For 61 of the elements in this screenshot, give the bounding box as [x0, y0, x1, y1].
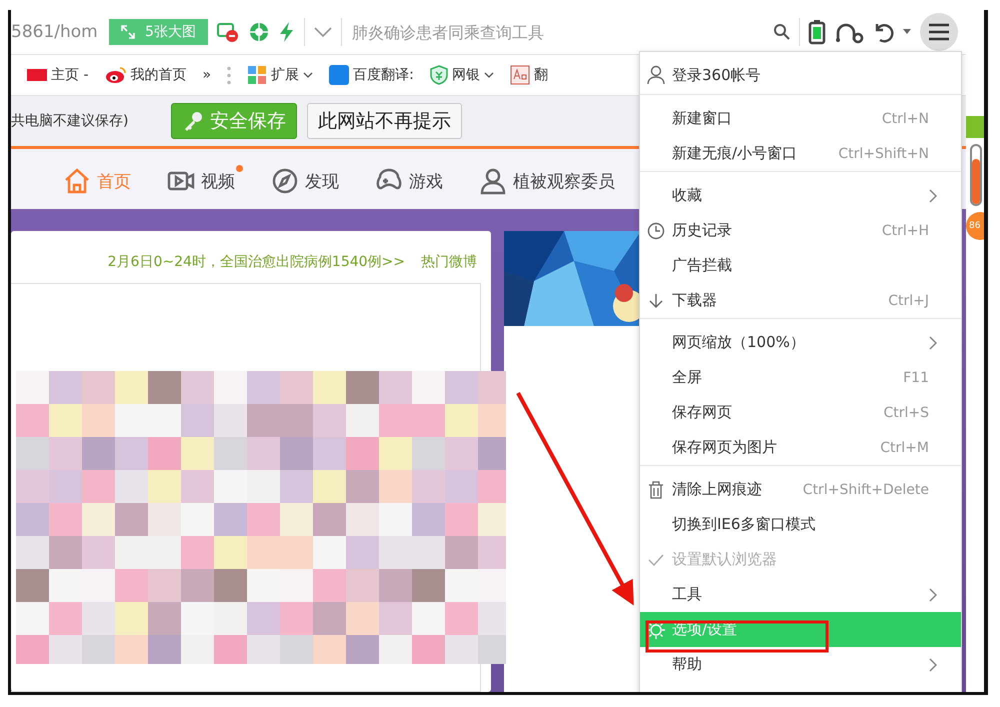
dismiss-button[interactable]: 此网站不再提示	[307, 103, 462, 139]
nav-tab[interactable]: 游戏	[375, 163, 451, 195]
user-icon	[646, 65, 666, 85]
compass-icon	[271, 167, 299, 195]
expand-icon	[121, 25, 135, 39]
chevron-down-icon[interactable]	[312, 26, 333, 38]
memory-gauge[interactable]	[970, 144, 982, 206]
menu-item[interactable]: 新建窗口 Ctrl+N	[640, 101, 961, 136]
home-icon	[63, 167, 91, 195]
chevron-right-icon	[929, 588, 937, 602]
bookmark-item[interactable]: 网银	[430, 65, 494, 85]
menu-item[interactable]: 网页缩放（100%）	[640, 325, 961, 360]
shutter-icon[interactable]	[248, 21, 270, 43]
menu-item[interactable]: 帮助	[640, 647, 961, 682]
menu-item[interactable]: 新建无痕/小号窗口 Ctrl+Shift+N	[640, 136, 961, 172]
chevron-right-icon	[929, 658, 937, 672]
nav-tab[interactable]: 植被观察委员	[479, 163, 623, 195]
nav-tab[interactable]: 发现	[271, 163, 347, 195]
menu-item[interactable]: 历史记录 Ctrl+H	[640, 213, 961, 248]
menu-icon	[928, 23, 950, 41]
address-text[interactable]: 5861/hom	[11, 22, 101, 42]
menu-item[interactable]: 全屏 F11	[640, 360, 961, 395]
battery-icon[interactable]	[808, 19, 826, 45]
download-arrow-icon	[648, 292, 664, 308]
trash-icon	[648, 480, 664, 498]
search-icon[interactable]	[773, 23, 791, 41]
bookmark-item[interactable]: 百度翻译:	[329, 65, 414, 85]
bookmark-item[interactable]: 翻	[510, 65, 548, 85]
settings-icon	[647, 620, 665, 638]
menu-item[interactable]: 工具	[640, 577, 961, 612]
menu-item[interactable]: 保存网页为图片 Ctrl+M	[640, 430, 961, 466]
menu-item[interactable]: 保存网页 Ctrl+S	[640, 395, 961, 430]
grip-icon	[227, 65, 232, 85]
apps-icon	[247, 65, 268, 85]
chevron-down-icon	[303, 72, 314, 78]
check-icon	[648, 554, 664, 566]
menu-item[interactable]: 切换到IE6多窗口模式	[640, 507, 961, 542]
bookmark-item[interactable]: 主页 -	[27, 66, 89, 84]
menu-item[interactable]: 登录360帐号	[640, 56, 961, 95]
chevron-right-icon	[929, 188, 937, 202]
menu-button[interactable]	[920, 13, 958, 51]
monitor-block-icon[interactable]	[216, 21, 240, 43]
bookmark-item[interactable]: 我的首页	[104, 66, 187, 84]
bookmark-item[interactable]: »	[202, 67, 212, 83]
bookmark-item[interactable]: 扩展	[247, 65, 314, 85]
eye-logo-icon	[104, 66, 127, 84]
person-icon	[479, 167, 507, 195]
menu-item[interactable]: 广告拦截	[640, 248, 961, 283]
dictionary-icon	[510, 65, 530, 85]
nav-tab[interactable]: 视频	[167, 163, 243, 195]
menu-item[interactable]: 下载器 Ctrl+J	[640, 283, 961, 319]
status-bar	[966, 116, 984, 138]
caret-icon[interactable]	[902, 29, 912, 35]
menu-item[interactable]: 收藏	[640, 178, 961, 213]
chevron-down-icon	[484, 72, 494, 78]
menu-item[interactable]: 清除上网痕迹 Ctrl+Shift+Delete	[640, 472, 961, 507]
save-prompt-text: 共电脑不建议保存)	[11, 112, 130, 130]
clock-icon	[647, 222, 665, 240]
shield-icon	[430, 65, 448, 85]
lightning-icon[interactable]	[278, 21, 296, 43]
chevron-right-icon	[929, 336, 937, 350]
